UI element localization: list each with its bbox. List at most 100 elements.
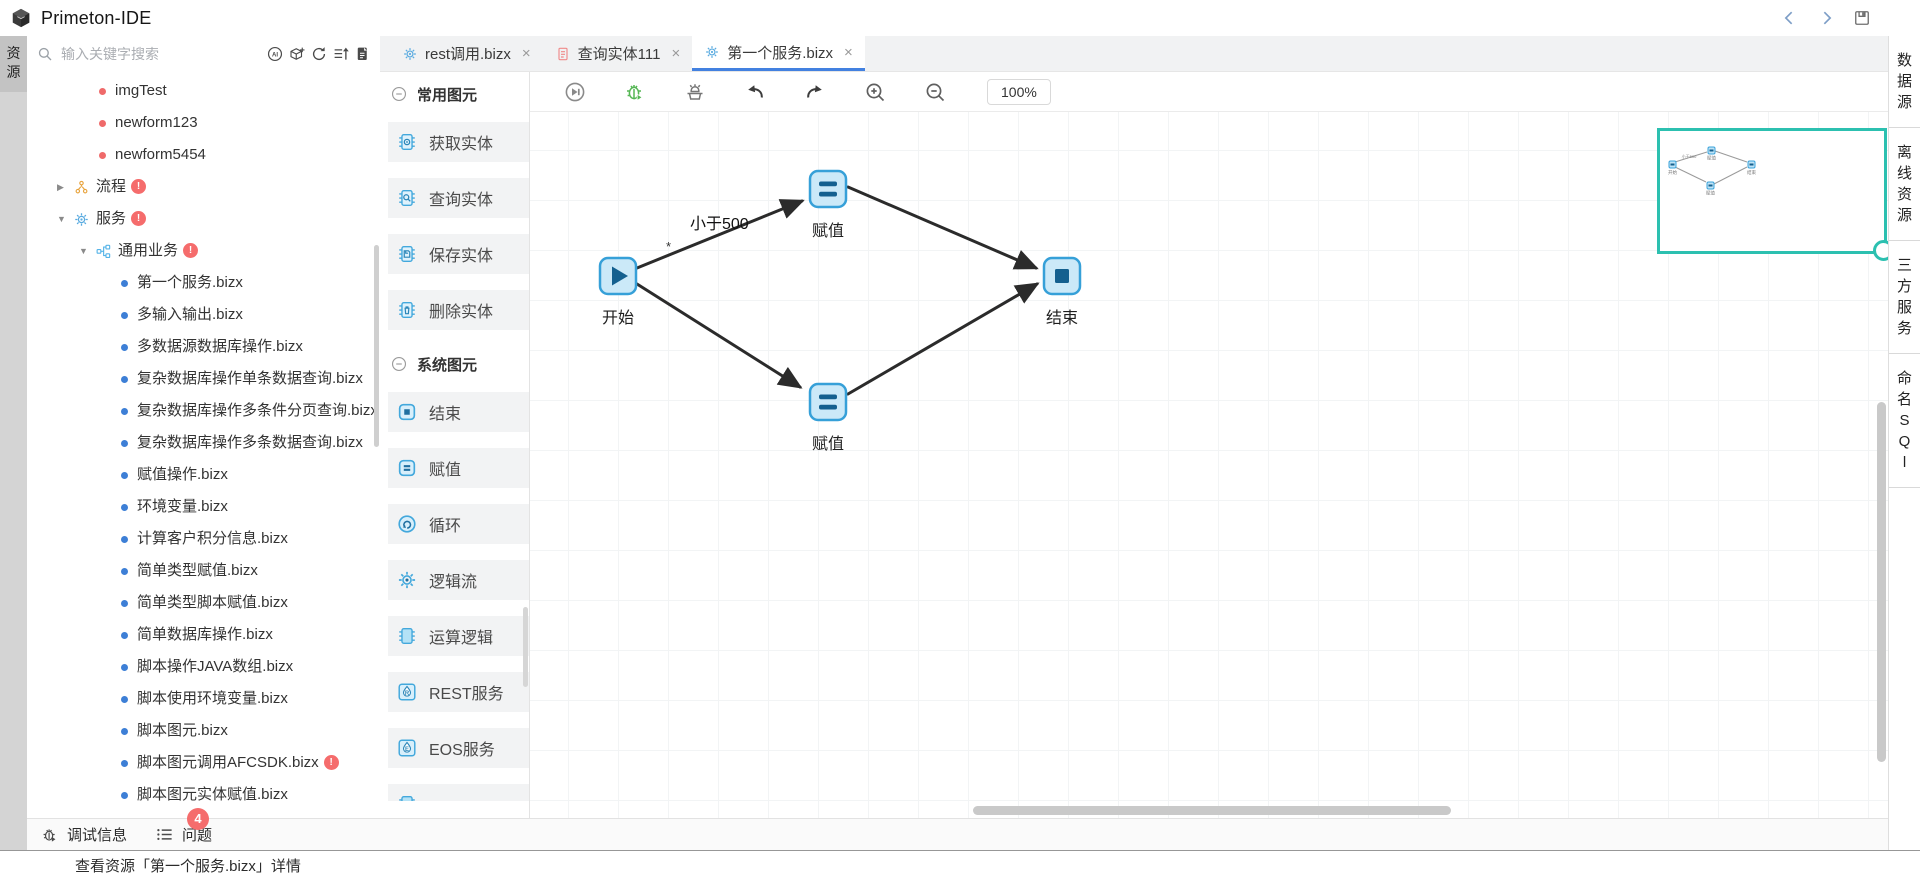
palette-item-label: 逻辑流: [429, 568, 477, 592]
tree-item[interactable]: 复杂数据库操作单条数据查询.bizx: [27, 363, 380, 395]
tree-item[interactable]: 简单类型脚本赋值.bizx: [27, 587, 380, 619]
tree-item-label: 环境变量.bizx: [137, 491, 228, 523]
chip-get-icon: [396, 131, 418, 153]
palette-item-REST服务[interactable]: RREST服务: [388, 672, 529, 712]
palette-item-赋值[interactable]: 赋值: [388, 448, 529, 488]
palette-item-EOS服务[interactable]: EEOS服务: [388, 728, 529, 768]
tab-查询实体111[interactable]: 查询实体111×: [543, 36, 693, 71]
tree-item[interactable]: 多数据源数据库操作.bizx: [27, 331, 380, 363]
sort-icon[interactable]: [332, 45, 350, 63]
tree-item-label: 计算客户积分信息.bizx: [137, 523, 288, 555]
debug-run-icon[interactable]: [623, 80, 647, 104]
tree-item[interactable]: 脚本操作JAVA数组.bizx: [27, 651, 380, 683]
tree-item[interactable]: 赋值操作.bizx: [27, 459, 380, 491]
tree-item[interactable]: 脚本图元调用AFCSDK.bizx!: [27, 747, 380, 779]
tree-item[interactable]: 脚本图元实体赋值.bizx: [27, 779, 380, 811]
tree-item[interactable]: ▼服务!: [27, 203, 380, 235]
sidebar-scrollbar[interactable]: [374, 245, 379, 447]
close-icon[interactable]: ×: [844, 44, 853, 61]
new-resource-icon[interactable]: [288, 45, 306, 63]
search-input[interactable]: [59, 40, 253, 68]
canvas-hscrollbar[interactable]: [973, 806, 1451, 815]
flow-node-end[interactable]: 结束: [1044, 258, 1080, 327]
tree-item[interactable]: newform5454: [27, 139, 380, 171]
panel-tab-数据源[interactable]: 数据源: [1889, 36, 1920, 128]
tree-item[interactable]: 简单类型赋值.bizx: [27, 555, 380, 587]
tree-item[interactable]: 第一个服务.bizx: [27, 267, 380, 299]
tree-item[interactable]: 脚本图元.bizx: [27, 715, 380, 747]
collapse-icon[interactable]: [390, 85, 408, 103]
tree-item[interactable]: 计算客户积分信息.bizx: [27, 523, 380, 555]
palette-item-获取实体[interactable]: 获取实体: [388, 122, 529, 162]
edge-start-to-assign-top[interactable]: [637, 201, 802, 268]
minimap-resize-handle[interactable]: [1873, 240, 1888, 261]
zoom-in-icon[interactable]: [863, 80, 887, 104]
canvas-vscrollbar[interactable]: [1877, 402, 1886, 762]
palette-section-header[interactable]: 常用图元: [390, 80, 529, 108]
tree-item[interactable]: newform123: [27, 107, 380, 139]
ai-assistant-icon[interactable]: AI: [266, 45, 284, 63]
flow-node-start[interactable]: 开始: [600, 258, 636, 327]
chevron-collapsed-icon[interactable]: ▶: [57, 171, 73, 203]
chevron-expanded-icon[interactable]: ▼: [79, 235, 95, 267]
save-icon[interactable]: [1852, 8, 1872, 28]
palette-scrollbar[interactable]: [523, 607, 528, 687]
tree-item[interactable]: 简单数据库操作.bizx: [27, 619, 380, 651]
tree-item[interactable]: imgTest: [27, 75, 380, 107]
bullet-icon: [121, 792, 128, 799]
flow-node-assign-bottom[interactable]: 赋值: [810, 384, 846, 453]
chevron-expanded-icon[interactable]: ▼: [57, 203, 73, 235]
minimap[interactable]: 开始 赋值 结束 赋值 小于500: [1657, 128, 1887, 254]
zoom-out-icon[interactable]: [923, 80, 947, 104]
tree-item[interactable]: ▼通用业务!: [27, 235, 380, 267]
panel-tab-离线资源[interactable]: 离线资源: [1889, 128, 1920, 241]
tree-item[interactable]: 环境变量.bizx: [27, 491, 380, 523]
close-icon[interactable]: ×: [522, 45, 531, 62]
activity-tab-resources[interactable]: 资源: [0, 36, 27, 92]
palette-item-删除实体[interactable]: 删除实体: [388, 290, 529, 330]
flow-node-assign-top[interactable]: 赋值: [810, 171, 846, 240]
palette-item-label: REST服务: [429, 680, 504, 704]
node-label: 结束: [1046, 309, 1078, 327]
palette-item-保存实体[interactable]: 保存实体: [388, 234, 529, 274]
deploy-icon[interactable]: [683, 80, 707, 104]
redo-icon[interactable]: [803, 80, 827, 104]
flow-canvas[interactable]: 小于500 * 开始 赋值 赋值 结束: [530, 112, 1888, 818]
tree-item[interactable]: 复杂数据库操作多条数据查询.bizx: [27, 427, 380, 459]
edge-assign-top-to-end[interactable]: [848, 187, 1036, 268]
palette-item-逻辑流[interactable]: 逻辑流: [388, 560, 529, 600]
zoom-level[interactable]: 100%: [987, 79, 1051, 105]
bullet-icon: [121, 312, 128, 319]
bullet-icon: [99, 88, 106, 95]
edge-condition-label[interactable]: 小于500: [690, 215, 749, 233]
tree-item[interactable]: 多输入输出.bizx: [27, 299, 380, 331]
palette-section-header[interactable]: 系统图元: [390, 350, 529, 378]
palette-item-循环[interactable]: 循环: [388, 504, 529, 544]
edge-start-to-assign-bottom[interactable]: [637, 284, 800, 387]
edge-assign-bottom-to-end[interactable]: [848, 284, 1037, 394]
collapse-icon[interactable]: [390, 355, 408, 373]
tree-item[interactable]: 脚本使用环境变量.bizx: [27, 683, 380, 715]
chevron-right-icon[interactable]: [1816, 8, 1836, 28]
search-row: AI: [27, 36, 380, 72]
tree-item[interactable]: ▶流程!: [27, 171, 380, 203]
close-icon[interactable]: ×: [671, 45, 680, 62]
palette-item-运算逻辑[interactable]: 运算逻辑: [388, 616, 529, 656]
undo-icon[interactable]: [743, 80, 767, 104]
panel-tab-命名SQl[interactable]: 命名SQl: [1889, 354, 1920, 488]
debug-info-tab[interactable]: 调试信息: [40, 824, 127, 845]
palette-item-partial[interactable]: [388, 784, 529, 801]
run-icon[interactable]: [563, 80, 587, 104]
tab-第一个服务.bizx[interactable]: 第一个服务.bizx×: [692, 36, 865, 71]
equals-icon: [819, 182, 837, 187]
palette-item-查询实体[interactable]: 查询实体: [388, 178, 529, 218]
tree-item[interactable]: 复杂数据库操作多条件分页查询.bizx: [27, 395, 380, 427]
export-icon[interactable]: [354, 45, 372, 63]
refresh-icon[interactable]: [310, 45, 328, 63]
tab-rest调用.bizx[interactable]: rest调用.bizx×: [390, 36, 543, 71]
gear-blue-icon: [704, 44, 720, 60]
palette-item-结束[interactable]: 结束: [388, 392, 529, 432]
panel-tab-三方服务[interactable]: 三方服务: [1889, 241, 1920, 354]
chevron-left-icon[interactable]: [1780, 8, 1800, 28]
edge-marker-star: *: [666, 239, 671, 254]
